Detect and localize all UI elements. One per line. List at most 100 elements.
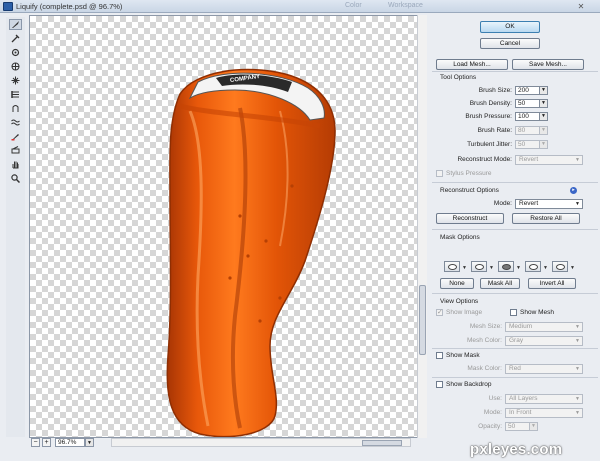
backdrop-mode-label: Mode: <box>483 409 502 416</box>
thaw-mask-icon[interactable] <box>9 145 22 156</box>
backdrop-opacity-dropdown[interactable]: ▼ <box>529 422 538 431</box>
reconstruct-button[interactable]: Reconstruct <box>436 213 504 224</box>
mask-replace-icon <box>448 264 457 270</box>
show-backdrop-label: Show Backdrop <box>446 381 492 388</box>
zoom-bar: − + 96.7% ▼ <box>29 438 427 449</box>
mesh-color-value: Gray <box>509 337 524 344</box>
backdrop-use-label: Use: <box>488 395 502 402</box>
zoom-out-button[interactable]: − <box>31 438 40 447</box>
chevron-down-icon[interactable]: ▼ <box>570 265 575 271</box>
zoom-dropdown-button[interactable]: ▼ <box>85 438 94 447</box>
twirl-icon[interactable] <box>9 47 22 58</box>
chevron-down-icon: ▼ <box>575 338 580 344</box>
restore-all-button[interactable]: Restore All <box>512 213 580 224</box>
tool-options-title: Tool Options <box>440 74 477 81</box>
hand-icon[interactable] <box>9 159 22 170</box>
freeze-mask-icon[interactable] <box>9 131 22 142</box>
preview-canvas[interactable]: COMPANY <box>30 16 417 437</box>
reconstruct-icon[interactable] <box>9 33 22 44</box>
push-left-icon[interactable] <box>9 89 22 100</box>
chevron-down-icon: ▼ <box>575 396 580 402</box>
menu-hint-workspace: Workspace <box>388 2 423 9</box>
brush-size-input[interactable]: 200 <box>515 86 541 95</box>
info-icon[interactable]: ▸ <box>570 187 577 194</box>
options-panel: OK Cancel Load Mesh... Save Mesh... Tool… <box>428 15 600 461</box>
chevron-down-icon[interactable]: ▼ <box>516 265 521 271</box>
view-options-title: View Options <box>440 298 479 305</box>
replace-selection-mask-button[interactable] <box>444 261 460 272</box>
chevron-down-icon[interactable]: ▼ <box>543 265 548 271</box>
mesh-size-label: Mesh Size: <box>469 323 502 330</box>
mesh-size-select[interactable]: Medium ▼ <box>505 322 583 332</box>
show-backdrop-checkbox[interactable] <box>436 381 443 388</box>
divider <box>432 229 598 230</box>
pucker-icon[interactable] <box>9 61 22 72</box>
divider <box>432 377 598 378</box>
brush-pressure-label: Brush Pressure: <box>465 113 512 120</box>
show-mask-checkbox[interactable] <box>436 352 443 359</box>
reconstruct-options-mode-select[interactable]: Revert ▼ <box>515 199 583 209</box>
brush-pressure-input[interactable]: 100 <box>515 112 541 121</box>
subtract-from-mask-button[interactable] <box>498 261 514 272</box>
show-mesh-checkbox[interactable] <box>510 309 517 316</box>
reconstruct-mode-select[interactable]: Revert ▼ <box>515 155 583 165</box>
invert-mask-button[interactable] <box>552 261 568 272</box>
intersect-mask-button[interactable] <box>525 261 541 272</box>
turbulent-jitter-dropdown[interactable]: ▼ <box>539 140 548 149</box>
reconstruct-options-title: Reconstruct Options <box>440 187 499 194</box>
brush-rate-input[interactable]: 80 <box>515 126 541 135</box>
brush-rate-label: Brush Rate: <box>477 127 512 134</box>
horizontal-scrollbar[interactable] <box>111 438 411 447</box>
menu-hint-color: Color <box>345 2 362 9</box>
brush-size-dropdown[interactable]: ▼ <box>539 86 548 95</box>
reconstruct-options-mode-value: Revert <box>519 200 539 207</box>
vertical-scrollbar[interactable] <box>417 15 427 438</box>
brush-rate-dropdown[interactable]: ▼ <box>539 126 548 135</box>
turbulent-jitter-input[interactable]: 50 <box>515 140 541 149</box>
mirror-icon[interactable] <box>9 103 22 114</box>
mask-all-button[interactable]: Mask All <box>480 278 520 289</box>
mask-color-select[interactable]: Red ▼ <box>505 364 583 374</box>
brush-density-input[interactable]: 50 <box>515 99 541 108</box>
divider <box>432 182 598 183</box>
bloat-icon[interactable] <box>9 75 22 86</box>
forward-warp-icon[interactable] <box>9 19 22 30</box>
cancel-button[interactable]: Cancel <box>480 38 540 49</box>
reconstruct-mode-label: Reconstruct Mode: <box>457 156 512 163</box>
divider <box>432 293 598 294</box>
ok-button[interactable]: OK <box>480 21 540 33</box>
add-to-mask-button[interactable] <box>471 261 487 272</box>
brush-density-dropdown[interactable]: ▼ <box>539 99 548 108</box>
load-mesh-button[interactable]: Load Mesh... <box>436 59 508 70</box>
horizontal-scroll-thumb[interactable] <box>362 440 402 446</box>
save-mesh-button[interactable]: Save Mesh... <box>512 59 584 70</box>
zoom-level-input[interactable]: 96.7% <box>55 438 85 447</box>
zoom-icon[interactable] <box>9 173 22 184</box>
chevron-down-icon[interactable]: ▼ <box>489 265 494 271</box>
stylus-pressure-checkbox[interactable] <box>436 170 443 177</box>
brush-pressure-dropdown[interactable]: ▼ <box>539 112 548 121</box>
reconstruct-mode-label-2: Mode: <box>493 200 512 207</box>
close-icon[interactable]: ✕ <box>570 1 592 12</box>
mask-invert-icon <box>556 264 565 270</box>
turbulence-icon[interactable] <box>9 117 22 128</box>
photoshop-icon <box>3 2 13 11</box>
mesh-color-select[interactable]: Gray ▼ <box>505 336 583 346</box>
mask-none-button[interactable]: None <box>440 278 474 289</box>
backdrop-use-value: All Layers <box>509 395 538 402</box>
stylus-pressure-label: Stylus Pressure <box>446 170 492 177</box>
show-image-checkbox[interactable] <box>436 308 443 316</box>
vertical-scroll-thumb[interactable] <box>419 285 426 355</box>
invert-all-button[interactable]: Invert All <box>528 278 576 289</box>
zoom-in-button[interactable]: + <box>42 438 51 447</box>
backdrop-opacity-input[interactable]: 50 <box>505 422 531 431</box>
mask-intersect-icon <box>529 264 538 270</box>
mask-color-value: Red <box>509 365 521 372</box>
chevron-down-icon: ▼ <box>575 201 580 207</box>
backdrop-mode-select[interactable]: In Front ▼ <box>505 408 583 418</box>
title-bar: Liquify (complete.psd @ 96.7%) Color Wor… <box>0 0 600 13</box>
chevron-down-icon[interactable]: ▼ <box>462 265 467 271</box>
show-mesh-label: Show Mesh <box>520 309 554 316</box>
mesh-color-label: Mesh Color: <box>466 337 502 344</box>
backdrop-use-select[interactable]: All Layers ▼ <box>505 394 583 404</box>
